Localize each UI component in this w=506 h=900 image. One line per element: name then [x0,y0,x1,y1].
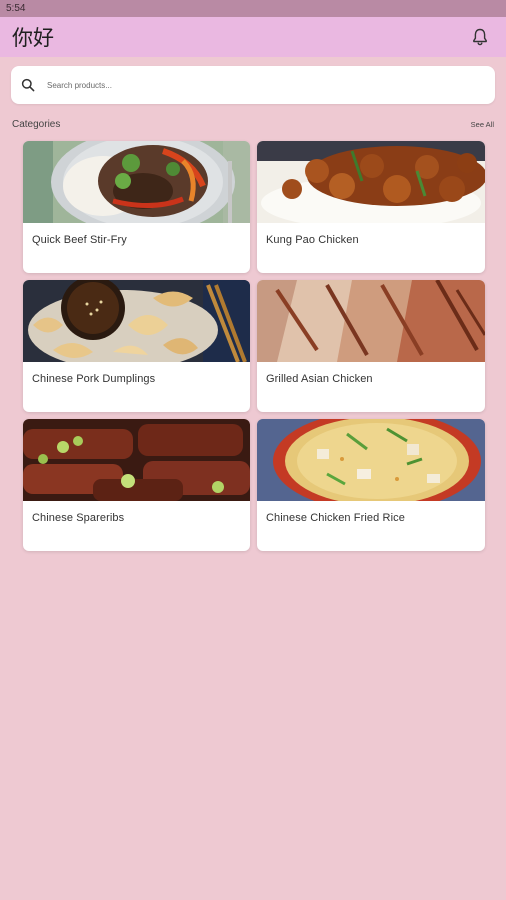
category-label: Quick Beef Stir-Fry [32,234,127,246]
category-card-quick-beef-stir-fry[interactable]: Quick Beef Stir-Fry [23,141,250,273]
see-all-link[interactable]: See All [471,120,494,129]
app-bar: 你好 [0,17,506,57]
food-image [23,419,250,501]
status-bar: 5:54 [0,0,506,17]
category-label: Chinese Chicken Fried Rice [266,512,405,524]
category-card-chinese-pork-dumplings[interactable]: Chinese Pork Dumplings [23,280,250,412]
category-label: Grilled Asian Chicken [266,373,373,385]
category-label: Kung Pao Chicken [266,234,359,246]
food-image [257,419,485,501]
category-grid: Quick Beef Stir-Fry Kung Pao Chicken Chi… [23,141,485,551]
category-card-kung-pao-chicken[interactable]: Kung Pao Chicken [257,141,485,273]
search-bar[interactable] [11,66,495,104]
app-title: 你好 [12,26,54,50]
food-image [23,141,250,223]
food-image [23,280,250,362]
category-card-chinese-chicken-fried-rice[interactable]: Chinese Chicken Fried Rice [257,419,485,551]
food-image [257,141,485,223]
category-card-chinese-spareribs[interactable]: Chinese Spareribs [23,419,250,551]
search-input[interactable] [47,80,495,90]
status-time: 5:54 [6,3,26,14]
categories-header: Categories See All [12,117,494,131]
bell-icon[interactable] [470,27,490,47]
food-image [257,280,485,362]
category-label: Chinese Pork Dumplings [32,373,156,385]
category-label: Chinese Spareribs [32,512,125,524]
category-card-grilled-asian-chicken[interactable]: Grilled Asian Chicken [257,280,485,412]
categories-title: Categories [12,118,61,130]
search-icon [21,77,37,93]
